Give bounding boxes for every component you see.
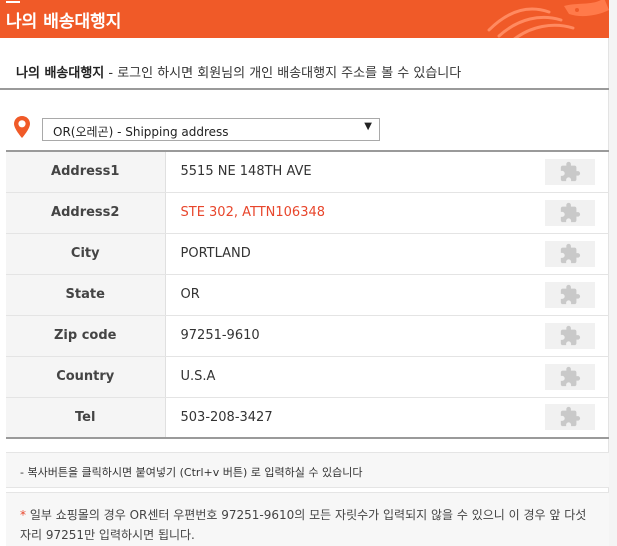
copy-cell [545, 233, 609, 275]
address-row: Zip code 97251-9610 [6, 315, 609, 357]
copy-cell [545, 315, 609, 357]
copy-cell [545, 397, 609, 438]
bird-logo-icon [487, 0, 609, 38]
address-row-label: Tel [6, 397, 166, 438]
address-row: State OR [6, 274, 609, 316]
copy-button[interactable] [545, 199, 595, 226]
address-row-label: Zip code [6, 315, 166, 357]
puzzle-copy-icon [559, 202, 581, 224]
address-row-value: STE 302, ATTN106348 [165, 192, 545, 234]
copy-button[interactable] [545, 404, 595, 431]
copy-cell [545, 151, 609, 193]
scrollbar-track[interactable] [609, 0, 617, 546]
address-row: Address1 5515 NE 148TH AVE [6, 151, 609, 193]
header-accent-line [6, 1, 20, 3]
puzzle-copy-icon [559, 161, 581, 183]
center-select-value: OR(오레곤) - Shipping address [53, 125, 229, 139]
zip-hint-note: * 일부 쇼핑몰의 경우 OR센터 우편번호 97251-9610의 모든 자릿… [6, 492, 609, 546]
description-text: - 로그인 하시면 회원님의 개인 배송대행지 주소를 볼 수 있습니다 [104, 66, 462, 81]
address-row-label: City [6, 233, 166, 275]
address-row-label: Address2 [6, 192, 166, 234]
address-row-value: 5515 NE 148TH AVE [165, 151, 545, 193]
puzzle-copy-icon [559, 406, 581, 428]
copy-button[interactable] [545, 363, 595, 390]
location-pin-icon [14, 116, 30, 138]
header-bar: 나의 배송대행지 [0, 0, 609, 38]
address-row-label: State [6, 274, 166, 316]
copy-button[interactable] [545, 158, 595, 185]
location-selector-row: OR(오레곤) - Shipping address ▼ [14, 115, 394, 141]
copy-button[interactable] [545, 322, 595, 349]
puzzle-copy-icon [559, 325, 581, 347]
address-table: Address1 5515 NE 148TH AVE Address2 STE 302… [6, 150, 609, 439]
copy-cell [545, 192, 609, 234]
address-row-value: OR [165, 274, 545, 316]
zip-hint-text: 일부 쇼핑몰의 경우 OR센터 우편번호 97251-9610의 모든 자릿수가… [20, 508, 587, 542]
address-row: Tel 503-208-3427 [6, 397, 609, 438]
copy-button[interactable] [545, 281, 595, 308]
chevron-down-icon: ▼ [364, 121, 372, 132]
description-title: 나의 배송대행지 [16, 66, 105, 81]
copy-cell [545, 274, 609, 316]
address-row: Address2 STE 302, ATTN106348 [6, 192, 609, 234]
puzzle-copy-icon [559, 366, 581, 388]
copy-hint-note: - 복사버튼을 클릭하시면 붙여넣기 (Ctrl+v 버튼) 로 입력하실 수 … [6, 452, 609, 488]
address-row-value: 97251-9610 [165, 315, 545, 357]
copy-button[interactable] [545, 240, 595, 267]
address-row-value: PORTLAND [165, 233, 545, 275]
page-title: 나의 배송대행지 [6, 12, 122, 32]
center-select[interactable]: OR(오레곤) - Shipping address ▼ [42, 118, 380, 141]
address-row-value: 503-208-3427 [180, 409, 273, 425]
address-row: City PORTLAND [6, 233, 609, 275]
shipping-address-panel: 나의 배송대행지 나의 배송대행지 - 로그인 하시면 회원님의 개인 배송대행… [0, 0, 609, 546]
copy-cell [545, 356, 609, 398]
address-row: Country U.S.A [6, 356, 609, 398]
address-row-value: U.S.A [165, 356, 545, 398]
puzzle-copy-icon [559, 243, 581, 265]
puzzle-copy-icon [559, 284, 581, 306]
description-line: 나의 배송대행지 - 로그인 하시면 회원님의 개인 배송대행지 주소를 볼 수… [0, 52, 609, 90]
address-row-label: Address1 [6, 151, 166, 193]
address-row-label: Country [6, 356, 166, 398]
